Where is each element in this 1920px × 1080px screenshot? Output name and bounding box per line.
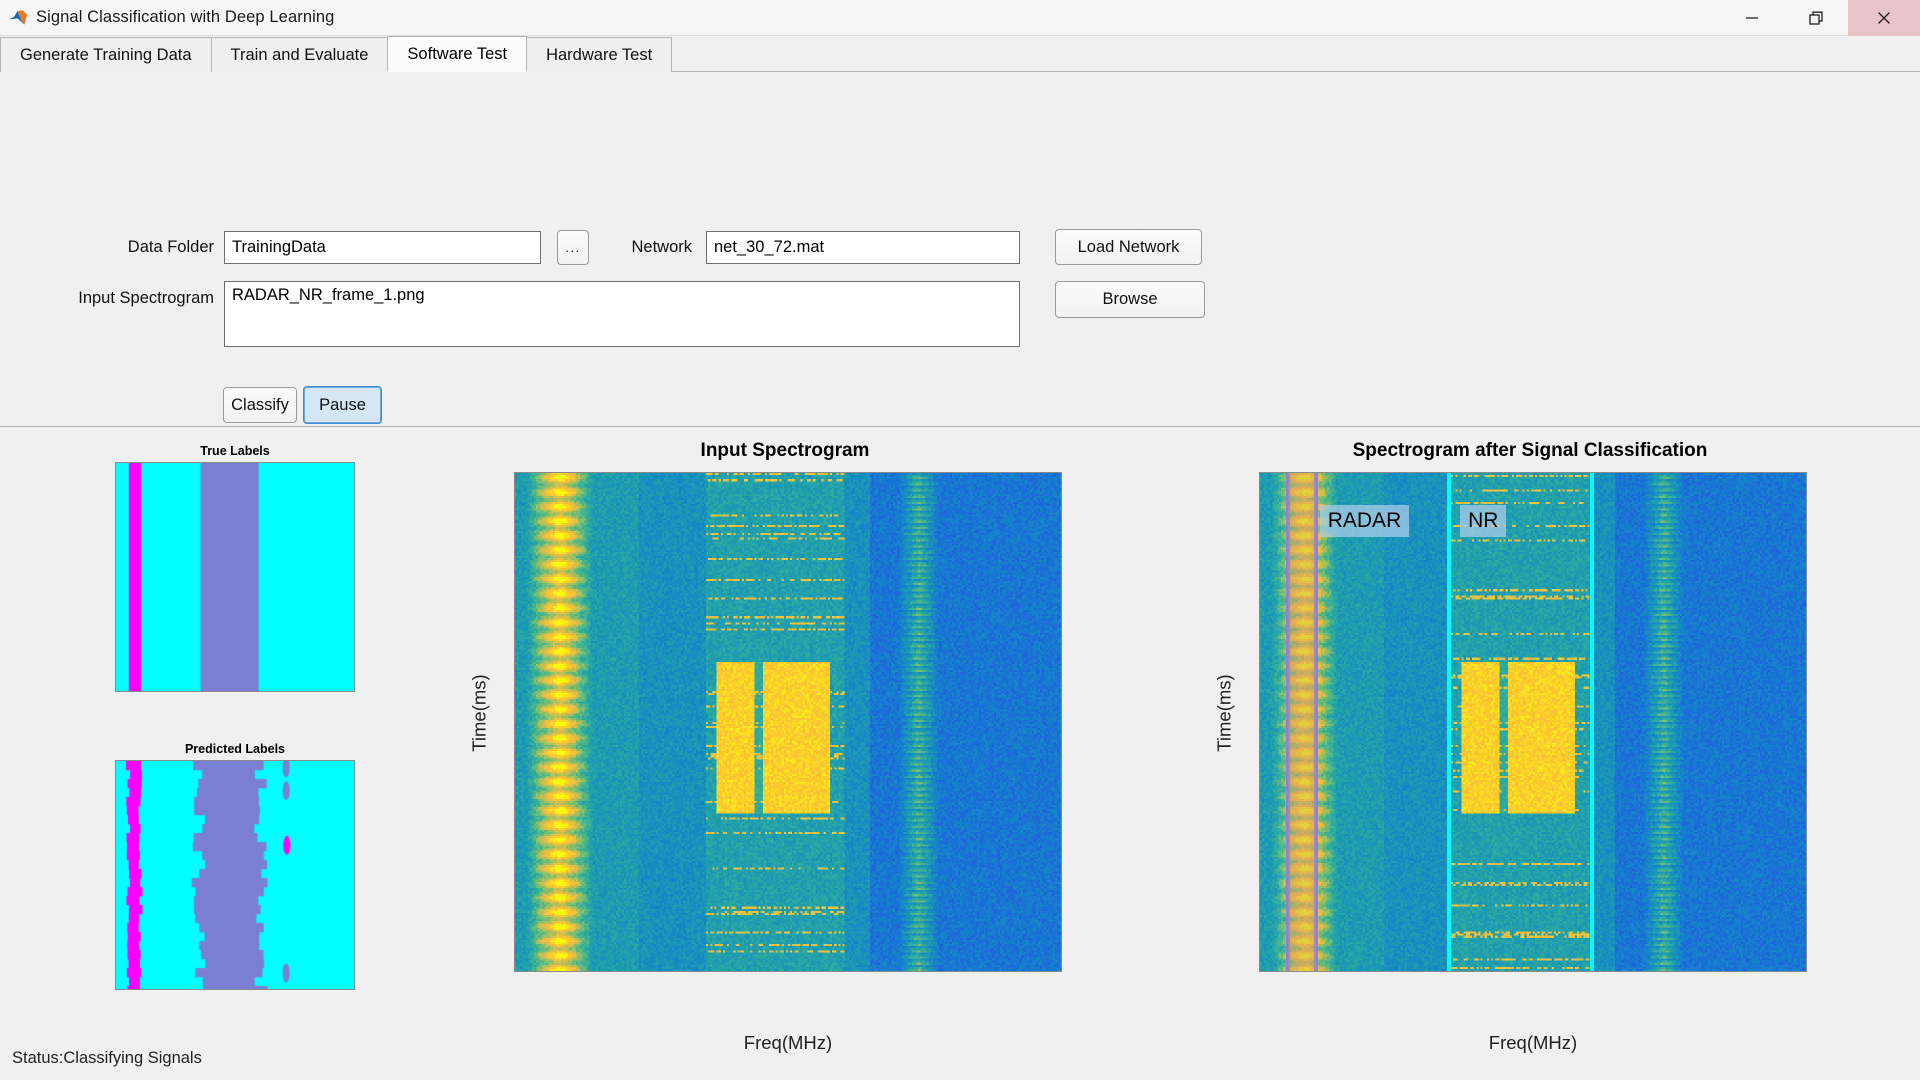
x-tick-label: 15.36 (283, 989, 312, 990)
browse-button[interactable]: Browse (1055, 281, 1205, 318)
window-title: Signal Classification with Deep Learning (36, 8, 335, 26)
input-spectrogram-label: Input Spectrogram (78, 289, 214, 307)
true-labels-plot[interactable]: -30.72-23.04-15.36-7.6807.6815.3623.0430… (115, 462, 355, 692)
input-spectrogram-textarea[interactable]: RADAR_NR_frame_1.png (224, 281, 1020, 347)
x-tick-label: 15.36 (283, 691, 312, 692)
detection-label-nr: NR (1460, 505, 1507, 538)
detection-band-radar (1287, 473, 1317, 971)
input-spectrogram-axes: Input Spectrogram -30.72-23.04-15.36-7.6… (469, 440, 1070, 1053)
label-map-canvas (116, 761, 354, 989)
true-labels-axes: True Labels -30.72-23.04-15.36-7.6807.68… (95, 444, 375, 714)
tab-generate-training-data[interactable]: Generate Training Data (0, 37, 212, 72)
tab-hardware-test[interactable]: Hardware Test (526, 37, 673, 72)
input-spectrogram-plot[interactable]: -30.72-23.04-15.36-7.6807.6815.3623.0430… (514, 472, 1062, 972)
predicted-labels-axes: Predicted Labels -30.72-23.04-15.36-7.68… (95, 742, 375, 1012)
classify-button[interactable]: Classify (223, 387, 297, 423)
minimize-icon[interactable] (1720, 0, 1784, 36)
data-folder-label: Data Folder (127, 238, 214, 256)
classified-spectrogram-title: Spectrogram after Signal Classification (1352, 440, 1708, 461)
network-label: Network (631, 238, 692, 256)
x-tick-label: 30.72 (343, 989, 355, 990)
detection-boundary-nr (1589, 473, 1594, 971)
x-tick-label: 23.04 (313, 989, 342, 990)
input-spectrogram-xlabel: Freq(MHz) (743, 1032, 833, 1053)
predicted-labels-plot[interactable]: -30.72-23.04-15.36-7.6807.6815.3623.0430… (115, 760, 355, 990)
classified-spectrogram-ylabel: Time(ms) (1213, 674, 1235, 752)
classified-spectrogram-axes: Spectrogram after Signal Classification … (1214, 440, 1815, 1053)
label-map-canvas (116, 463, 354, 691)
tab-train-and-evaluate[interactable]: Train and Evaluate (210, 37, 389, 72)
input-spectrogram-ylabel: Time(ms) (468, 674, 490, 752)
spectrogram-canvas (515, 473, 1061, 971)
status-text: Status:Classifying Signals (12, 1049, 202, 1067)
tab-software-test[interactable]: Software Test (387, 36, 528, 72)
x-tick-label: 23.04 (313, 691, 342, 692)
window-controls (1720, 0, 1920, 36)
input-spectrogram-title: Input Spectrogram (700, 440, 870, 461)
software-test-form-panel: Data Folder ... Network Input Spectrogra… (0, 72, 1920, 427)
load-network-button[interactable]: Load Network (1055, 229, 1202, 265)
x-tick-label: 30.72 (343, 691, 355, 692)
classified-spectrogram-plot[interactable]: RADARNR-30.72-23.04-15.36-7.6807.6815.36… (1259, 472, 1807, 972)
spectrogram-canvas (1260, 473, 1806, 971)
network-input[interactable] (706, 231, 1020, 264)
true-labels-title: True Labels (200, 444, 270, 458)
close-icon[interactable] (1848, 0, 1920, 36)
classified-spectrogram-xlabel: Freq(MHz) (1488, 1032, 1578, 1053)
detection-label-radar: RADAR (1319, 505, 1410, 538)
matlab-icon (8, 8, 28, 28)
detection-boundary-nr (1447, 473, 1452, 971)
plots-panel: True Labels -30.72-23.04-15.36-7.6807.68… (0, 428, 1920, 1080)
window-titlebar: Signal Classification with Deep Learning (0, 0, 1920, 36)
data-folder-input[interactable] (224, 231, 541, 264)
pause-button[interactable]: Pause (303, 386, 382, 424)
restore-icon[interactable] (1784, 0, 1848, 36)
tab-bar: Generate Training Data Train and Evaluate… (0, 36, 1920, 72)
predicted-labels-title: Predicted Labels (184, 742, 286, 756)
